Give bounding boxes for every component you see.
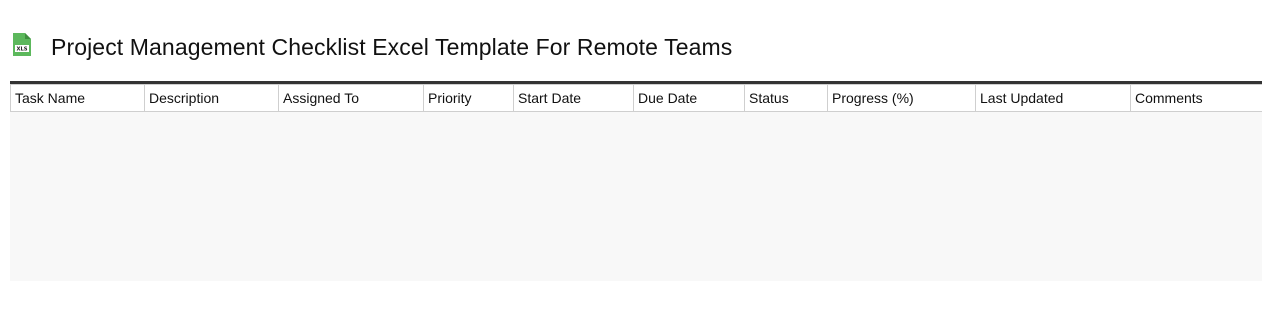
column-header-comments[interactable]: Comments: [1130, 84, 1262, 112]
column-header-due-date[interactable]: Due Date: [633, 84, 745, 112]
column-header-start-date[interactable]: Start Date: [513, 84, 634, 112]
spreadsheet-table: Task Name Description Assigned To Priori…: [10, 81, 1262, 281]
column-header-status[interactable]: Status: [744, 84, 828, 112]
column-header-last-updated[interactable]: Last Updated: [975, 84, 1131, 112]
page-header: XLS Project Management Checklist Excel T…: [12, 30, 732, 64]
column-header-task-name[interactable]: Task Name: [10, 84, 145, 112]
checklist-table: Task Name Description Assigned To Priori…: [10, 84, 1262, 112]
column-header-description[interactable]: Description: [144, 84, 279, 112]
table-header-row: Task Name Description Assigned To Priori…: [10, 84, 1262, 112]
column-header-assigned-to[interactable]: Assigned To: [278, 84, 424, 112]
column-header-progress[interactable]: Progress (%): [827, 84, 976, 112]
column-header-priority[interactable]: Priority: [423, 84, 514, 112]
xls-file-icon: XLS: [13, 33, 31, 56]
page-title: Project Management Checklist Excel Templ…: [51, 33, 733, 60]
xls-icon-label: XLS: [16, 47, 27, 53]
